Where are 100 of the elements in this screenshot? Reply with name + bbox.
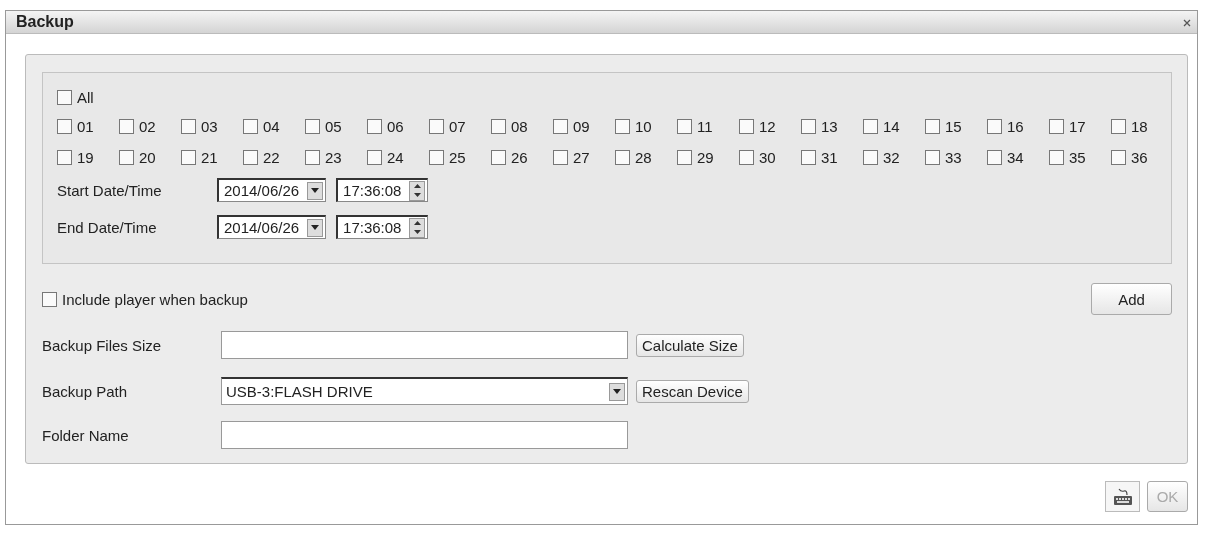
channel-checkbox[interactable]: 08 (491, 116, 553, 136)
checkbox[interactable] (57, 118, 72, 134)
checkbox[interactable] (429, 149, 444, 165)
time-spinner[interactable]: 17:36:08 (336, 215, 429, 239)
checkbox[interactable] (57, 149, 72, 165)
checkbox[interactable] (677, 118, 692, 134)
keyboard-button[interactable] (1105, 481, 1140, 512)
channel-checkbox[interactable]: 02 (119, 116, 181, 136)
channel-checkbox[interactable]: 21 (181, 147, 243, 167)
channel-checkbox[interactable]: 23 (305, 147, 367, 167)
channel-checkbox[interactable]: 09 (553, 116, 615, 136)
checkbox[interactable] (181, 149, 196, 165)
checkbox[interactable] (739, 149, 754, 165)
spin-button[interactable] (409, 180, 426, 201)
date-picker[interactable]: 2014/06/26 (217, 178, 327, 202)
add-button[interactable]: Add (1091, 283, 1172, 315)
date-picker[interactable]: 2014/06/26 (217, 215, 327, 239)
checkbox[interactable] (863, 118, 878, 134)
checkbox[interactable] (367, 118, 382, 134)
channel-checkbox[interactable]: 24 (367, 147, 429, 167)
checkbox[interactable] (429, 118, 444, 134)
checkbox[interactable] (243, 149, 258, 165)
checkbox[interactable] (863, 149, 878, 165)
channel-checkbox[interactable]: 10 (615, 116, 677, 136)
checkbox[interactable] (553, 118, 568, 134)
spin-button[interactable] (409, 217, 426, 238)
channel-checkbox[interactable]: 18 (1111, 116, 1173, 136)
checkbox[interactable] (801, 118, 816, 134)
checkbox[interactable] (119, 149, 134, 165)
checkbox[interactable] (42, 291, 57, 307)
checkbox[interactable] (925, 118, 940, 134)
checkbox[interactable] (305, 149, 320, 165)
channel-checkbox[interactable]: 34 (987, 147, 1049, 167)
dropdown-button[interactable] (609, 382, 625, 401)
checkbox[interactable] (1049, 149, 1064, 165)
include-player-checkbox[interactable]: Include player when backup (42, 289, 248, 309)
checkbox[interactable] (57, 89, 72, 105)
files-size-field[interactable] (221, 331, 628, 359)
folder-name-field[interactable] (221, 421, 628, 449)
checkbox[interactable] (739, 118, 754, 134)
checkbox[interactable] (367, 149, 382, 165)
checkbox[interactable] (987, 118, 1002, 134)
checkbox[interactable] (119, 118, 134, 134)
backup-path-select[interactable]: USB-3:FLASH DRIVE (221, 377, 628, 405)
checkbox[interactable] (553, 149, 568, 165)
rescan-device-button[interactable]: Rescan Device (636, 379, 749, 403)
checkbox[interactable] (615, 118, 630, 134)
channel-checkbox[interactable]: 25 (429, 147, 491, 167)
checkbox[interactable] (1111, 149, 1126, 165)
channel-checkbox[interactable]: 30 (739, 147, 801, 167)
checkbox[interactable] (181, 118, 196, 134)
channel-checkbox[interactable]: 19 (57, 147, 119, 167)
channel-checkbox[interactable]: 06 (367, 116, 429, 136)
checkbox[interactable] (801, 149, 816, 165)
checkbox[interactable] (615, 149, 630, 165)
channel-checkbox[interactable]: 22 (243, 147, 305, 167)
channel-checkbox[interactable]: 36 (1111, 147, 1173, 167)
channel-checkbox[interactable]: 31 (801, 147, 863, 167)
field-label: Backup Path (42, 382, 129, 400)
date-time-label: End Date/Time (57, 218, 158, 236)
checkbox[interactable] (925, 149, 940, 165)
checkbox-label: 26 (511, 148, 528, 166)
channel-checkbox[interactable]: 15 (925, 116, 987, 136)
checkbox-label: 14 (883, 117, 900, 135)
checkbox[interactable] (491, 149, 506, 165)
channel-checkbox[interactable]: 16 (987, 116, 1049, 136)
channel-checkbox[interactable]: 13 (801, 116, 863, 136)
channel-checkbox[interactable]: 05 (305, 116, 367, 136)
time-spinner[interactable]: 17:36:08 (336, 178, 429, 202)
channel-checkbox[interactable]: 35 (1049, 147, 1111, 167)
checkbox[interactable] (305, 118, 320, 134)
channel-checkbox[interactable]: 27 (553, 147, 615, 167)
calculate-size-button[interactable]: Calculate Size (636, 333, 744, 357)
channel-checkbox[interactable]: 07 (429, 116, 491, 136)
channel-checkbox[interactable]: 11 (677, 116, 739, 136)
checkbox-label: 19 (77, 148, 94, 166)
channel-checkbox[interactable]: 20 (119, 147, 181, 167)
channel-checkbox[interactable]: 17 (1049, 116, 1111, 136)
checkbox-label: 22 (263, 148, 280, 166)
checkbox[interactable] (1111, 118, 1126, 134)
checkbox[interactable] (987, 149, 1002, 165)
channel-checkbox[interactable]: 04 (243, 116, 305, 136)
channel-checkbox[interactable]: 01 (57, 116, 119, 136)
all-checkbox[interactable]: All (57, 87, 1171, 107)
checkbox[interactable] (1049, 118, 1064, 134)
dropdown-button[interactable] (307, 181, 324, 200)
checkbox[interactable] (243, 118, 258, 134)
caret-icon (613, 389, 621, 394)
channel-checkbox[interactable]: 12 (739, 116, 801, 136)
checkbox[interactable] (491, 118, 506, 134)
channel-checkbox[interactable]: 32 (863, 147, 925, 167)
checkbox[interactable] (677, 149, 692, 165)
channel-checkbox[interactable]: 03 (181, 116, 243, 136)
channel-checkbox[interactable]: 28 (615, 147, 677, 167)
channel-checkbox[interactable]: 29 (677, 147, 739, 167)
channel-checkbox[interactable]: 14 (863, 116, 925, 136)
dropdown-button[interactable] (307, 218, 324, 237)
channel-checkbox[interactable]: 26 (491, 147, 553, 167)
caret-icon (311, 188, 320, 193)
channel-checkbox[interactable]: 33 (925, 147, 987, 167)
